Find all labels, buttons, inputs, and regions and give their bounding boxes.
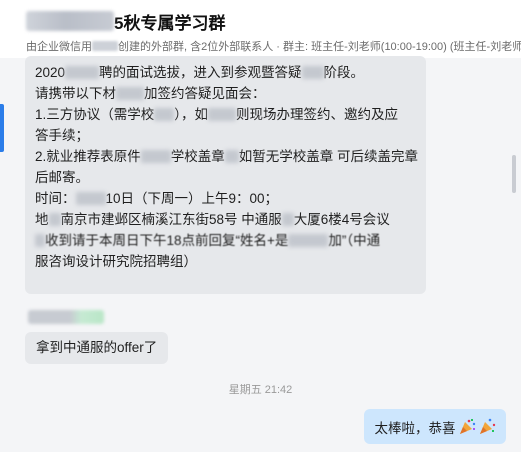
group-subtitle: 由企业微信用 创建的外部群, 含2位外部联系人 · 群主: 班主任-刘老师(10:… <box>26 38 521 54</box>
redacted-group-name <box>26 11 114 31</box>
party-popper-icon <box>459 418 476 436</box>
reply-text: 太棒啦，恭喜 <box>374 420 456 436</box>
message-line: 请携带以下材 加签约答疑见面会： <box>35 86 266 101</box>
chat-area[interactable]: 2020 聘的面试选拔，进入到参观暨答疑 阶段。 请携带以下材 加签约答疑见面会： 1… <box>0 56 521 452</box>
message-line: 收到请于本周日下午18点前回复“姓名+是 加”（中通 <box>35 230 421 251</box>
message-bubble-announcement[interactable]: 2020 聘的面试选拔，进入到参观暨答疑 阶段。 请携带以下材 加签约答疑见面会： 1… <box>25 56 426 294</box>
selection-indicator <box>0 104 4 152</box>
message-line: 答手续； <box>35 128 89 143</box>
subtitle-rest: 创建的外部群, 含2位外部联系人 · 群主: 班主任-刘老师(10:00-19:… <box>118 41 521 53</box>
group-title-text: 5秋专属学习群 <box>114 13 226 33</box>
message-bubble-reply[interactable]: 太棒啦，恭喜 <box>364 409 506 444</box>
message-line: 2.就业推荐表原件 学校盖章 如暂无学校盖章 可后续盖完章 <box>35 149 419 164</box>
message-bubble-offer[interactable]: 拿到中通服的offer了 <box>25 332 169 364</box>
message-timestamp: 星期五 21:42 <box>228 384 293 396</box>
message-line: 后邮寄。 <box>35 170 89 185</box>
party-popper-icon <box>479 418 496 436</box>
message-line: 1.三方协议（需学校 ），如 则现场办理签约、邀约及应 <box>35 107 399 122</box>
chat-header: 5秋专属学习群 由企业微信用 创建的外部群, 含2位外部联系人 · 群主: 班主任… <box>0 0 521 59</box>
redacted-subtitle-word <box>92 41 118 51</box>
subtitle-prefix: 由企业微信用 <box>26 41 92 53</box>
group-title[interactable]: 5秋专属学习群 <box>26 8 225 34</box>
message-line: 服咨询设计研究院招聘组） <box>35 254 197 269</box>
chat-scrollbar[interactable] <box>512 155 516 193</box>
message-line: 时间： 10日（下周一）上午9：00； <box>35 191 279 206</box>
redacted-sender-name <box>28 310 104 324</box>
message-line: 地南京市建邺区楠溪江东街58号 中通服 大厦6楼4号会议 <box>35 212 390 227</box>
message-line: 2020 聘的面试选拔，进入到参观暨答疑 阶段。 <box>35 65 365 80</box>
